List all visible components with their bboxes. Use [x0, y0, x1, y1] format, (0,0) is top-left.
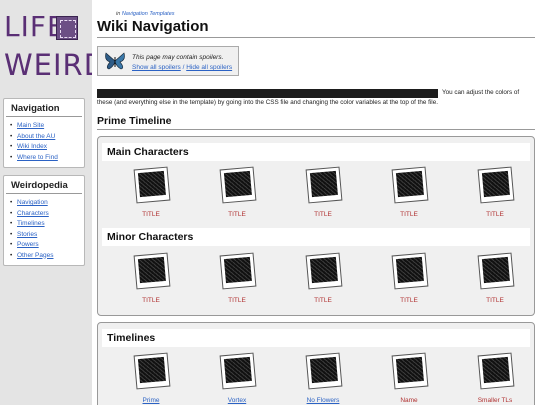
- wp-item-navigation: Navigation: [10, 198, 80, 209]
- timeline-link-no-flowers[interactable]: No Flowers: [293, 397, 353, 404]
- photo-frame-icon: [305, 352, 343, 390]
- spoiler-separator: /: [182, 64, 185, 71]
- photo-frame-icon: [219, 252, 257, 290]
- photo-frame-icon: [133, 352, 171, 390]
- photo-frame-icon: [133, 166, 171, 204]
- timeline-photo[interactable]: [303, 352, 343, 396]
- weirdopedia-list: Navigation Characters Timelines Stories …: [4, 194, 84, 265]
- photo-frame-icon: [305, 166, 343, 204]
- timeline-photo[interactable]: [131, 352, 171, 396]
- wp-item-timelines: Timelines: [10, 219, 80, 230]
- spoiler-warning-text: This page may contain spoilers.: [132, 54, 224, 61]
- timeline-photo[interactable]: [217, 352, 257, 396]
- main-character-label[interactable]: TITLE: [379, 211, 439, 218]
- wp-item-stories: Stories: [10, 230, 80, 241]
- navigation-list: Main Site About the AU Wiki Index Where …: [4, 117, 84, 167]
- main-character-photo[interactable]: [303, 166, 343, 210]
- site-logo[interactable]: LIFE WEIRD: [4, 10, 106, 86]
- main-character-photo[interactable]: [131, 166, 171, 210]
- photo-frame-icon: [391, 252, 429, 290]
- timeline-label-name[interactable]: Name: [379, 397, 439, 404]
- minor-character-photo[interactable]: [475, 252, 515, 296]
- main-character-photo[interactable]: [217, 166, 257, 210]
- page-title: Wiki Navigation: [97, 18, 535, 38]
- photo-frame-icon: [477, 252, 515, 290]
- wp-item-powers: Powers: [10, 240, 80, 251]
- characters-panel: Main Characters TITLE TITLE TITLE TITLE …: [97, 136, 535, 316]
- minor-character-label[interactable]: TITLE: [379, 297, 439, 304]
- photo-frame-icon: [305, 252, 343, 290]
- minor-character-label[interactable]: TITLE: [293, 297, 353, 304]
- logo-emblem-icon: [56, 16, 78, 40]
- nav-item-main-site: Main Site: [10, 121, 80, 132]
- nav-link-about[interactable]: About the AU: [17, 133, 55, 140]
- photo-frame-icon: [133, 252, 171, 290]
- redacted-text-bar: [97, 89, 438, 98]
- photo-frame-icon: [219, 166, 257, 204]
- photo-frame-icon: [391, 166, 429, 204]
- timelines-heading: Timelines: [102, 329, 530, 347]
- main-character-label[interactable]: TITLE: [207, 211, 267, 218]
- timeline-photo[interactable]: [389, 352, 429, 396]
- butterfly-icon: [105, 52, 125, 70]
- nav-item-wiki-index: Wiki Index: [10, 142, 80, 153]
- navigation-title: Navigation: [6, 99, 82, 117]
- main-character-label[interactable]: TITLE: [293, 211, 353, 218]
- weirdopedia-box: Weirdopedia Navigation Characters Timeli…: [3, 175, 85, 266]
- wp-link-timelines[interactable]: Timelines: [17, 220, 45, 227]
- main-characters-heading: Main Characters: [102, 143, 530, 161]
- main-character-photo[interactable]: [475, 166, 515, 210]
- wp-item-characters: Characters: [10, 209, 80, 220]
- nav-link-wiki-index[interactable]: Wiki Index: [17, 143, 47, 150]
- spoiler-controls: Show all spoilers / Hide all spoilers: [132, 64, 232, 71]
- wp-link-powers[interactable]: Powers: [17, 241, 39, 248]
- wp-link-characters[interactable]: Characters: [17, 210, 49, 217]
- breadcrumb-prefix: in: [116, 11, 121, 17]
- wp-link-navigation[interactable]: Navigation: [17, 199, 48, 206]
- breadcrumb: in Navigation Templates: [116, 11, 175, 17]
- section-title-prime-timeline: Prime Timeline: [97, 115, 535, 130]
- minor-character-label[interactable]: TITLE: [465, 297, 525, 304]
- minor-characters-heading: Minor Characters: [102, 228, 530, 246]
- minor-character-photo[interactable]: [303, 252, 343, 296]
- minor-character-photo[interactable]: [217, 252, 257, 296]
- breadcrumb-link-templates[interactable]: Templates: [149, 11, 174, 17]
- info-text-line2: these (and everything else in the templa…: [97, 99, 438, 106]
- photo-frame-icon: [219, 352, 257, 390]
- main-character-label[interactable]: TITLE: [121, 211, 181, 218]
- spoiler-notice: This page may contain spoilers. Show all…: [97, 46, 239, 76]
- minor-character-label[interactable]: TITLE: [121, 297, 181, 304]
- sidebar: LIFE WEIRD Navigation Main Site About th…: [0, 0, 106, 405]
- wp-link-stories[interactable]: Stories: [17, 231, 37, 238]
- nav-link-main-site[interactable]: Main Site: [17, 122, 44, 129]
- navigation-box: Navigation Main Site About the AU Wiki I…: [3, 98, 85, 168]
- nav-item-where-to-find: Where to Find: [10, 153, 80, 164]
- main-character-label[interactable]: TITLE: [465, 211, 525, 218]
- timeline-link-vortex[interactable]: Vortex: [207, 397, 267, 404]
- photo-frame-icon: [477, 166, 515, 204]
- wp-link-other-pages[interactable]: Other Pages: [17, 252, 54, 259]
- minor-character-photo[interactable]: [389, 252, 429, 296]
- nav-item-about: About the AU: [10, 132, 80, 143]
- photo-frame-icon: [477, 352, 515, 390]
- hide-spoilers-link[interactable]: Hide all spoilers: [186, 64, 232, 71]
- weirdopedia-title: Weirdopedia: [6, 176, 82, 194]
- minor-character-label[interactable]: TITLE: [207, 297, 267, 304]
- nav-link-where-to-find[interactable]: Where to Find: [17, 154, 58, 161]
- minor-character-photo[interactable]: [131, 252, 171, 296]
- main-character-photo[interactable]: [389, 166, 429, 210]
- timeline-link-prime[interactable]: Prime: [121, 397, 181, 404]
- breadcrumb-link-navigation[interactable]: Navigation: [122, 11, 148, 17]
- photo-frame-icon: [391, 352, 429, 390]
- timelines-panel: Timelines Prime Vortex No Flowers Name S…: [97, 322, 535, 405]
- main-content: in Navigation Templates Wiki Navigation …: [92, 0, 540, 405]
- timeline-photo[interactable]: [475, 352, 515, 396]
- wp-item-other-pages: Other Pages: [10, 251, 80, 262]
- show-spoilers-link[interactable]: Show all spoilers: [132, 64, 181, 71]
- info-text-line1: You can adjust the colors of: [442, 89, 520, 96]
- timeline-label-smaller-tls[interactable]: Smaller TLs: [465, 397, 525, 404]
